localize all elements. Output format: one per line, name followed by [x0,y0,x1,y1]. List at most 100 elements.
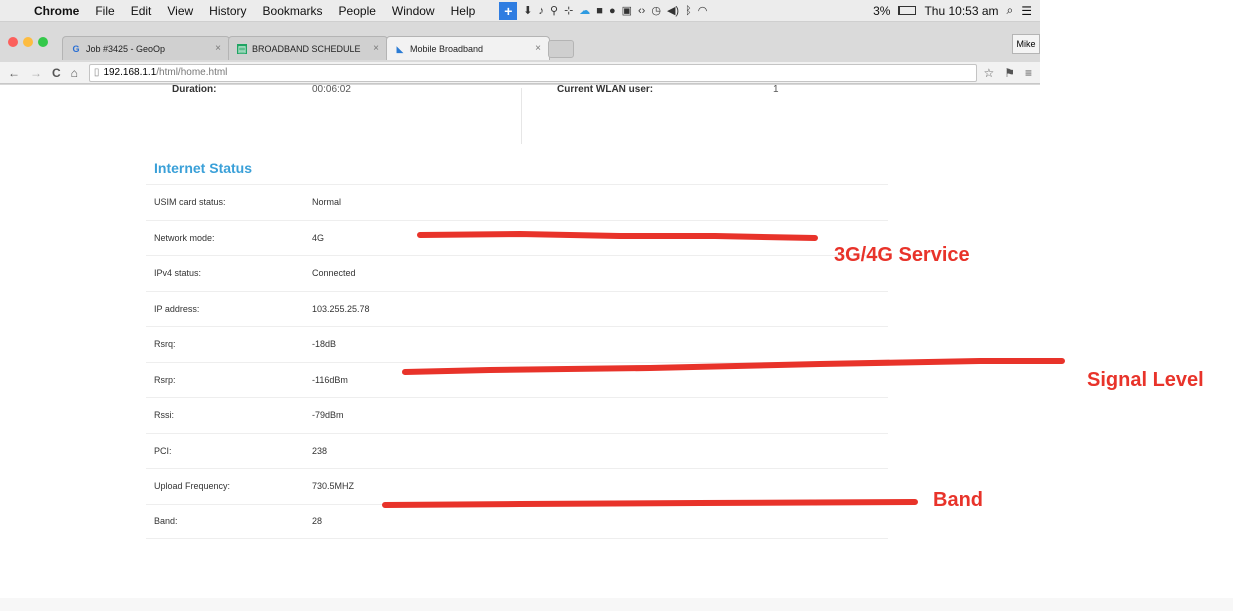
url-host: 192.168.1.1 [103,67,157,78]
close-window-icon[interactable] [8,37,18,47]
download-icon[interactable]: ⬇ [523,4,532,17]
table-row: IP address: 103.255.25.78 [146,290,888,327]
page-icon: ▯ [93,67,100,78]
row-value: 4G [312,232,325,243]
forward-button[interactable]: → [25,66,47,80]
tab-broadband-schedule[interactable]: ▤ BROADBAND SCHEDULE × [228,36,388,60]
sheets-favicon: ▤ [237,43,247,54]
macos-menubar: Chrome File Edit View History Bookmarks … [0,0,1040,22]
menu-edit[interactable]: Edit [123,4,160,18]
new-tab-button[interactable] [548,40,574,58]
window-controls [8,37,48,47]
row-value: -116dBm [312,374,348,385]
table-row: Band: 28 [146,503,888,539]
row-label: Rsrq: [154,339,176,350]
cloud-icon[interactable]: ☁ [579,4,590,17]
row-label: Upload Frequency: [154,481,231,492]
tab-title: Job #3425 - GeoOp [86,43,166,54]
headset-icon[interactable]: ● [609,5,616,17]
annotation-band: Band [933,489,983,511]
duration-value: 00:06:02 [312,84,351,95]
row-label: USIM card status: [154,197,226,208]
back-button[interactable]: ← [0,66,25,80]
internet-status-table: USIM card status: Normal Network mode: 4G … [146,184,888,539]
table-row: Network mode: 4G [146,219,888,256]
duration-label: Duration: [172,84,217,95]
row-label: IP address: [154,303,200,314]
row-value: 103.255.25.78 [312,303,370,314]
extension-icon[interactable]: ⚑ [1004,66,1015,80]
clock-icon[interactable]: ◷ [651,4,661,17]
table-row: Rssi: -79dBm [146,397,888,433]
battery-percent: 3% [873,3,891,18]
clock[interactable]: Thu 10:53 am [924,4,998,18]
network-icon[interactable]: ⊹ [564,4,573,17]
volume-icon[interactable]: ◀) [667,4,679,17]
bell-icon[interactable]: ♪ [539,5,545,17]
add-icon[interactable]: + [499,1,518,20]
row-value: Normal [312,197,342,208]
divider [0,84,1040,85]
row-label: PCI: [154,445,172,456]
tab-mobile-broadband[interactable]: ◣ Mobile Broadband × [386,36,550,60]
page-bottom-band [0,598,1233,611]
menu-view[interactable]: View [159,4,201,18]
annotation-signal: Signal Level [1087,369,1204,391]
menu-history[interactable]: History [201,4,254,18]
close-tab-icon[interactable]: × [529,43,541,54]
reload-button[interactable]: C [47,66,66,80]
table-row: PCI: 238 [146,432,888,469]
table-row: Upload Frequency: 730.5MHZ [146,468,888,504]
wlan-user-label: Current WLAN user: [557,84,654,95]
section-title: Internet Status [154,160,253,176]
maximize-window-icon[interactable] [38,37,48,47]
bluetooth-icon[interactable]: ᛒ [685,5,692,17]
router-favicon: ◣ [396,43,404,54]
tab-title: Mobile Broadband [410,43,484,54]
chrome-menu-icon[interactable]: ≡ [1025,66,1032,80]
menu-file[interactable]: File [87,4,122,18]
menu-chrome[interactable]: Chrome [26,4,87,18]
toolbar-actions: ☆ ⚑ ≡ [983,66,1040,80]
column-divider [521,88,522,144]
code-icon[interactable]: ‹› [638,5,645,17]
row-label: IPv4 status: [154,268,202,279]
table-row: Rsrp: -116dBm [146,361,888,398]
menubar-right: 3% Thu 10:53 am ⌕ ☰ [873,3,1040,18]
home-button[interactable]: ⌂ [66,66,83,80]
plug-icon[interactable]: ⚲ [550,4,558,17]
row-value: Connected [312,268,356,279]
tab-title: BROADBAND SCHEDULE [252,43,361,54]
bookmark-star-icon[interactable]: ☆ [983,66,994,80]
menu-bookmarks[interactable]: Bookmarks [255,4,331,18]
row-label: Rsrp: [154,374,176,385]
menu-people[interactable]: People [331,4,384,18]
close-tab-icon[interactable]: × [367,43,379,54]
close-tab-icon[interactable]: × [209,43,221,54]
annotation-service: 3G/4G Service [834,244,970,266]
magnifier-icon[interactable]: ⌕ [1007,3,1014,18]
notification-list-icon[interactable]: ☰ [1021,4,1032,18]
geoop-favicon: G [72,43,80,54]
table-row: USIM card status: Normal [146,184,888,220]
address-bar[interactable]: ▯ 192.168.1.1/html/home.html [88,63,978,82]
display-icon[interactable]: ▣ [622,4,632,17]
row-value: 28 [312,516,323,527]
page-content: Duration: 00:06:02 Current WLAN user: 1 … [0,84,1233,611]
profile-button[interactable]: Mike [1012,34,1040,54]
url-path: /html/home.html [156,67,228,78]
row-value: 238 [312,445,328,456]
battery-icon[interactable] [898,6,917,15]
browser-toolbar: ← → C ⌂ ▯ 192.168.1.1/html/home.html ☆ ⚑… [0,62,1040,84]
menu-window[interactable]: Window [384,4,443,18]
menu-help[interactable]: Help [443,4,484,18]
row-value: -18dB [312,339,337,350]
table-row: IPv4 status: Connected [146,255,888,291]
minimize-window-icon[interactable] [23,37,33,47]
row-label: Band: [154,516,178,527]
row-label: Network mode: [154,232,215,243]
app-icon[interactable]: ■ [596,5,603,17]
table-row: Rsrq: -18dB [146,326,888,362]
tab-geoop[interactable]: G Job #3425 - GeoOp × [62,36,230,60]
wifi-icon[interactable]: ◠ [698,4,708,17]
